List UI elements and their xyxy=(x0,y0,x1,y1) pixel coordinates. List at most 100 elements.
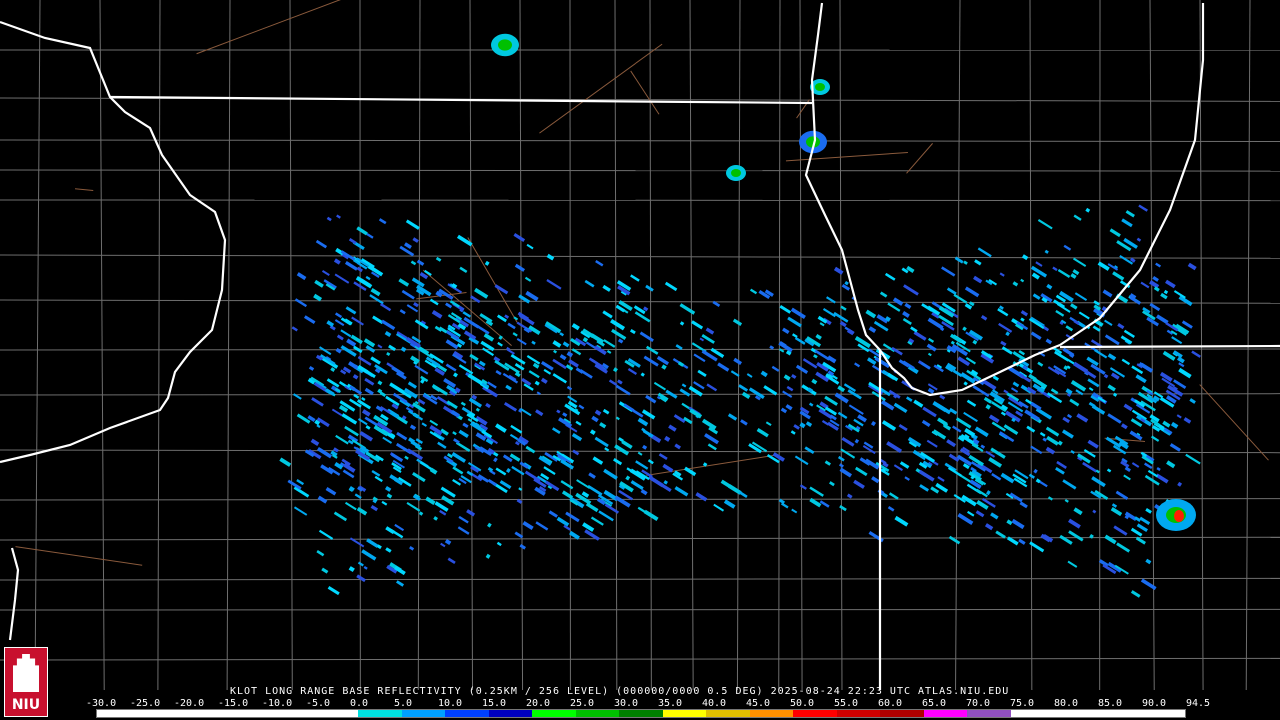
echo-streak xyxy=(1057,440,1063,446)
echo-streak xyxy=(371,469,381,477)
echo-streak xyxy=(534,380,540,386)
echo-streak xyxy=(1189,398,1196,404)
scale-label: 10.0 xyxy=(438,698,463,709)
echo-streak xyxy=(348,485,355,492)
echo-streak xyxy=(513,233,526,242)
echo-streak xyxy=(1120,423,1128,430)
echo-streak xyxy=(1028,473,1035,479)
echo-streak xyxy=(445,302,453,309)
echo-streak xyxy=(870,420,877,427)
echo-streak xyxy=(785,404,793,411)
echo-streak xyxy=(674,486,689,497)
echo-streak xyxy=(679,303,696,315)
echo-streak xyxy=(733,357,743,366)
echo-streak xyxy=(829,481,835,487)
echo-streak xyxy=(902,317,912,326)
echo-streak xyxy=(975,488,988,498)
echo-streak xyxy=(738,490,748,498)
echo-streak xyxy=(893,464,903,472)
echo-streak xyxy=(479,313,493,323)
echo-streak xyxy=(805,421,813,427)
echo-streak xyxy=(1037,219,1053,230)
echo-streak xyxy=(1125,210,1135,218)
scale-label: 55.0 xyxy=(834,698,859,709)
echo-streak xyxy=(381,319,396,331)
echo-streak xyxy=(1183,417,1192,424)
colorbar-segment xyxy=(445,710,489,717)
echo-streak xyxy=(396,580,405,587)
echo-streak xyxy=(293,506,308,516)
echo-streak xyxy=(396,431,408,441)
echo-streak xyxy=(386,493,393,499)
echo-streak xyxy=(705,327,715,335)
echo-streak xyxy=(316,550,325,557)
product-caption: KLOT LONG RANGE BASE REFLECTIVITY (0.25K… xyxy=(230,686,1010,697)
echo-streak xyxy=(881,420,897,431)
echo-streak xyxy=(927,317,944,330)
echo-streak xyxy=(1104,534,1117,545)
echo-streak xyxy=(416,259,425,266)
echo-streak xyxy=(899,461,910,469)
echo-streak xyxy=(1165,279,1176,289)
echo-streak xyxy=(1059,534,1073,545)
echo-streak xyxy=(1070,450,1075,454)
echo-streak xyxy=(317,495,328,504)
echo-streak xyxy=(571,323,580,331)
echo-streak xyxy=(594,436,609,448)
echo-streak xyxy=(330,367,336,372)
echo-streak xyxy=(1070,380,1087,392)
echo-streak xyxy=(370,504,379,512)
echo-streak xyxy=(602,284,611,292)
echo-streak xyxy=(588,472,596,479)
echo-streak xyxy=(841,436,855,447)
echo-streak xyxy=(1113,525,1128,536)
echo-streak xyxy=(813,354,818,359)
county-line xyxy=(0,254,1280,259)
echo-streak xyxy=(1052,266,1058,272)
echo-streak xyxy=(462,311,472,318)
echo-streak xyxy=(294,298,308,308)
echo-streak xyxy=(386,408,400,419)
echo-streak xyxy=(526,243,534,250)
echo-streak xyxy=(868,326,877,333)
echo-streak xyxy=(484,260,490,266)
echo-streak xyxy=(1153,286,1160,292)
echo-streak xyxy=(552,340,562,348)
echo-streak xyxy=(697,369,707,378)
echo-streak xyxy=(922,406,937,418)
echo-streak xyxy=(1139,516,1151,525)
echo-streak xyxy=(372,315,384,325)
echo-streak xyxy=(318,529,334,540)
echo-streak xyxy=(497,341,503,347)
echo-streak xyxy=(1020,278,1025,283)
echo-streak xyxy=(425,496,436,505)
echo-streak xyxy=(303,315,316,325)
echo-streak xyxy=(365,425,371,430)
echo-streak xyxy=(980,315,988,321)
echo-streak xyxy=(1116,542,1131,553)
echo-streak xyxy=(495,467,507,476)
echo-streak xyxy=(344,425,359,437)
echo-streak xyxy=(1087,439,1099,449)
echo-streak xyxy=(1149,280,1160,289)
echo-streak xyxy=(921,419,931,427)
echo-streak xyxy=(980,444,986,449)
echo-streak xyxy=(1149,302,1161,312)
county-line xyxy=(469,0,474,691)
scale-label: 80.0 xyxy=(1054,698,1079,709)
echo-streak xyxy=(1039,431,1046,437)
echo-streak xyxy=(1031,272,1040,280)
echo-streak xyxy=(589,429,596,435)
echo-streak xyxy=(844,280,849,286)
echo-streak xyxy=(385,547,392,553)
echo-streak xyxy=(1191,350,1201,358)
echo-streak xyxy=(370,287,381,297)
echo-streak xyxy=(1130,527,1143,537)
echo-streak xyxy=(926,439,938,448)
highway-line xyxy=(15,546,143,566)
scale-label: -20.0 xyxy=(174,698,205,709)
colorbar-segment xyxy=(923,710,968,717)
echo-streak xyxy=(927,352,932,357)
echo-streak xyxy=(974,426,989,438)
echo-streak xyxy=(802,358,818,369)
